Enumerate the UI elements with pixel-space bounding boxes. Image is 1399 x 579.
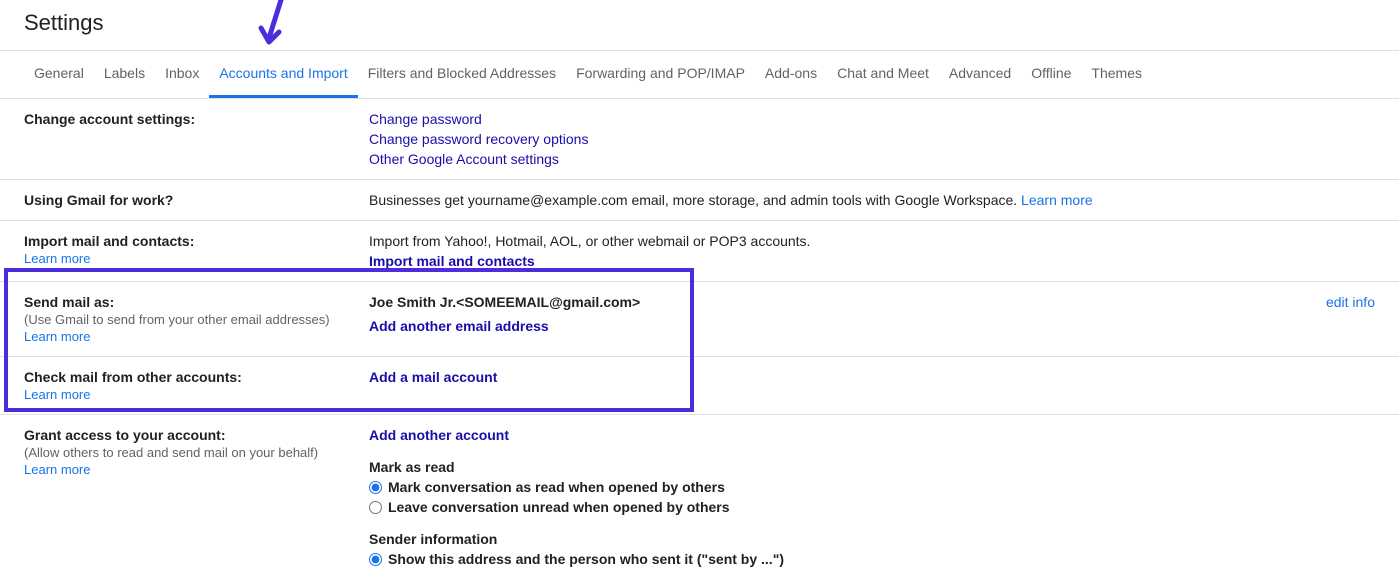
tab-filters-and-blocked-addresses[interactable]: Filters and Blocked Addresses bbox=[358, 51, 566, 98]
mark-read-radio-1[interactable] bbox=[369, 481, 382, 494]
section-send-mail-as: Send mail as: (Use Gmail to send from yo… bbox=[0, 282, 1399, 357]
link-other-settings[interactable]: Other Google Account settings bbox=[369, 151, 559, 167]
work-desc: Businesses get yourname@example.com emai… bbox=[369, 192, 1021, 208]
grant-title: Grant access to your account: bbox=[24, 427, 359, 443]
work-title: Using Gmail for work? bbox=[24, 192, 359, 208]
sender-info-heading: Sender information bbox=[369, 531, 1365, 547]
link-change-password[interactable]: Change password bbox=[369, 111, 482, 127]
grant-learn-more[interactable]: Learn more bbox=[24, 462, 90, 477]
tab-inbox[interactable]: Inbox bbox=[155, 51, 209, 98]
settings-tabs: GeneralLabelsInboxAccounts and ImportFil… bbox=[0, 51, 1399, 99]
section-grant-access: Grant access to your account: (Allow oth… bbox=[0, 415, 1399, 579]
section-change-account: Change account settings: Change password… bbox=[0, 99, 1399, 180]
tab-add-ons[interactable]: Add-ons bbox=[755, 51, 827, 98]
mark-read-radio-2[interactable] bbox=[369, 501, 382, 514]
grant-sub: (Allow others to read and send mail on y… bbox=[24, 445, 359, 460]
mark-read-label-2: Leave conversation unread when opened by… bbox=[388, 499, 730, 515]
tab-general[interactable]: General bbox=[24, 51, 94, 98]
mark-read-label-1: Mark conversation as read when opened by… bbox=[388, 479, 725, 495]
mark-as-read-heading: Mark as read bbox=[369, 459, 1365, 475]
tab-accounts-and-import[interactable]: Accounts and Import bbox=[209, 51, 357, 98]
sender-info-option-1[interactable]: Show this address and the person who sen… bbox=[369, 551, 1365, 567]
send-as-edit-info[interactable]: edit info bbox=[1326, 294, 1375, 310]
import-title: Import mail and contacts: bbox=[24, 233, 359, 249]
change-account-title: Change account settings: bbox=[24, 111, 359, 127]
import-desc: Import from Yahoo!, Hotmail, AOL, or oth… bbox=[369, 233, 1365, 249]
section-import: Import mail and contacts: Learn more Imp… bbox=[0, 221, 1399, 282]
link-change-recovery[interactable]: Change password recovery options bbox=[369, 131, 588, 147]
sender-info-label-1: Show this address and the person who sen… bbox=[388, 551, 784, 567]
section-check-mail: Check mail from other accounts: Learn mo… bbox=[0, 357, 1399, 415]
tab-themes[interactable]: Themes bbox=[1081, 51, 1152, 98]
section-work: Using Gmail for work? Businesses get you… bbox=[0, 180, 1399, 221]
send-as-identity: Joe Smith Jr.<SOMEEMAIL@gmail.com> bbox=[369, 294, 1316, 310]
mark-read-option-1[interactable]: Mark conversation as read when opened by… bbox=[369, 479, 1365, 495]
send-as-title: Send mail as: bbox=[24, 294, 359, 310]
tab-offline[interactable]: Offline bbox=[1021, 51, 1081, 98]
tab-labels[interactable]: Labels bbox=[94, 51, 155, 98]
check-mail-learn-more[interactable]: Learn more bbox=[24, 387, 90, 402]
send-as-learn-more[interactable]: Learn more bbox=[24, 329, 90, 344]
tab-chat-and-meet[interactable]: Chat and Meet bbox=[827, 51, 939, 98]
send-as-sub: (Use Gmail to send from your other email… bbox=[24, 312, 359, 327]
tab-forwarding-and-pop-imap[interactable]: Forwarding and POP/IMAP bbox=[566, 51, 755, 98]
tab-advanced[interactable]: Advanced bbox=[939, 51, 1021, 98]
grant-add-account[interactable]: Add another account bbox=[369, 427, 509, 443]
mark-read-option-2[interactable]: Leave conversation unread when opened by… bbox=[369, 499, 1365, 515]
sender-info-radio-1[interactable] bbox=[369, 553, 382, 566]
import-learn-more[interactable]: Learn more bbox=[24, 251, 90, 266]
send-as-add-address[interactable]: Add another email address bbox=[369, 318, 549, 334]
import-action[interactable]: Import mail and contacts bbox=[369, 253, 535, 269]
check-mail-title: Check mail from other accounts: bbox=[24, 369, 359, 385]
settings-sections: Change account settings: Change password… bbox=[0, 99, 1399, 579]
work-learn-more[interactable]: Learn more bbox=[1021, 192, 1093, 208]
check-mail-add-account[interactable]: Add a mail account bbox=[369, 369, 497, 385]
page-title: Settings bbox=[0, 0, 1399, 50]
